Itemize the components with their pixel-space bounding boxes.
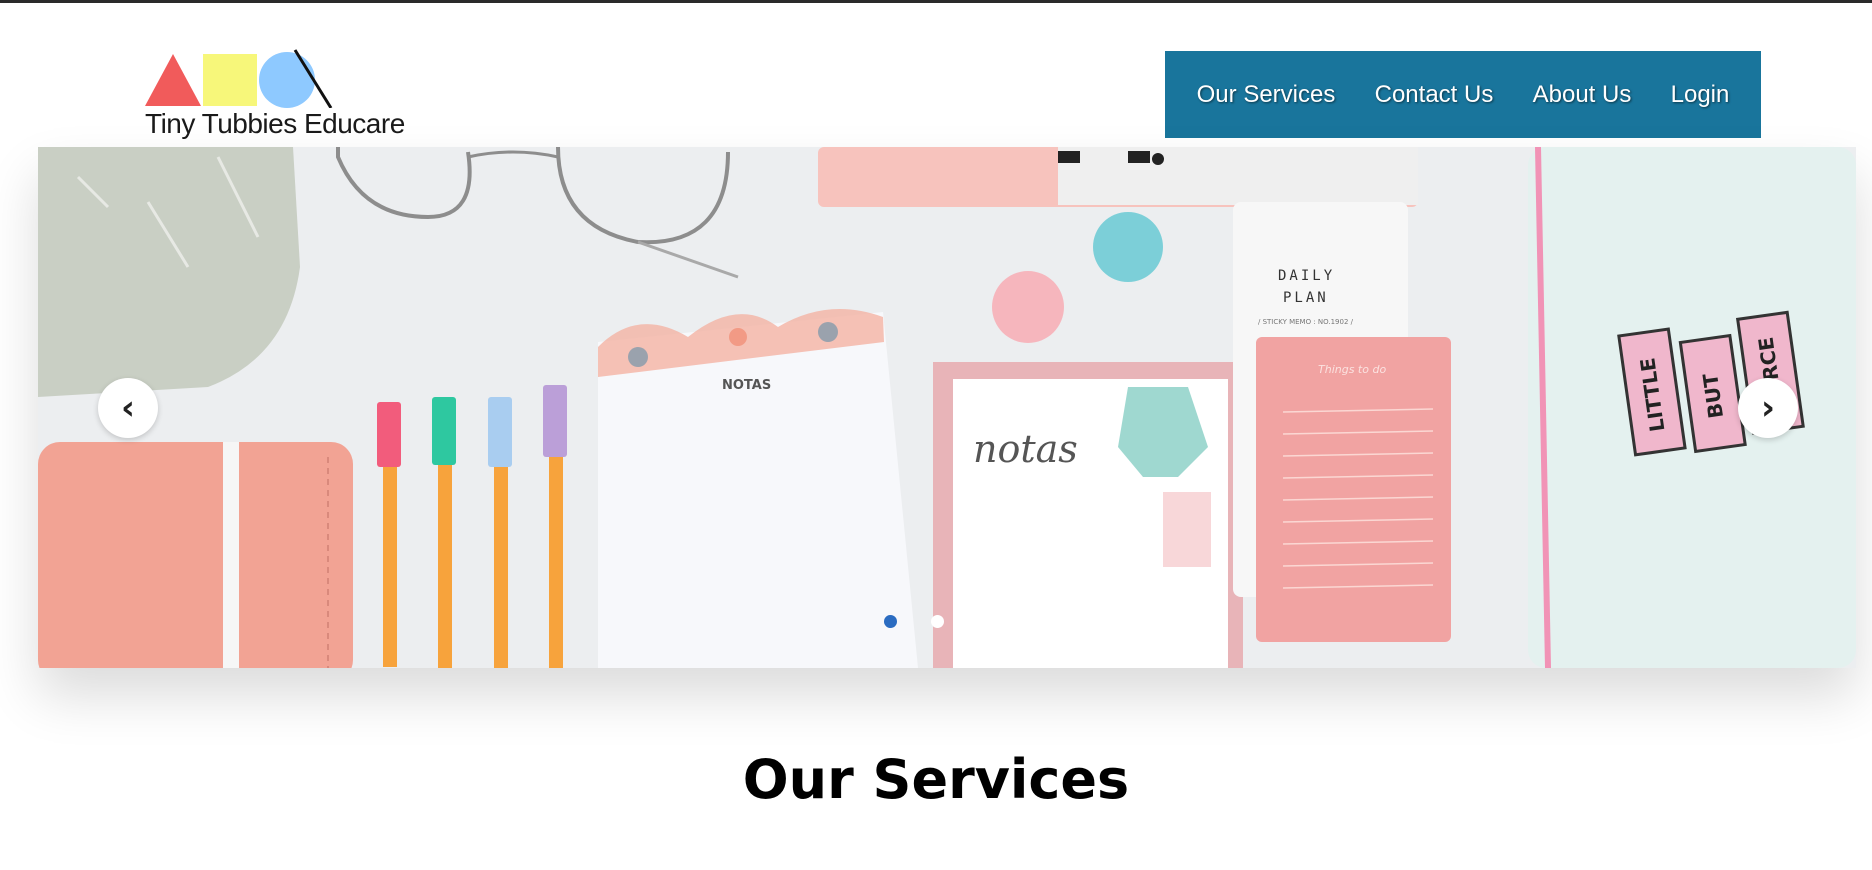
nav-our-services[interactable]: Our Services [1197,81,1336,109]
chevron-right-icon: › [1760,388,1775,428]
svg-text:Things to do: Things to do [1318,363,1386,376]
hero-slide-image: NOTAS notas DAILY PLAN / STICKY MEMO : N… [38,147,1856,668]
site-logo[interactable]: Tiny Tubbies Educare [145,48,407,143]
svg-text:notas: notas [973,427,1078,471]
carousel-dot-3[interactable] [978,615,991,628]
top-border [0,0,1872,3]
nav-login[interactable]: Login [1671,81,1730,109]
brand-name: Tiny Tubbies Educare [145,108,405,139]
svg-text:PLAN: PLAN [1283,290,1329,306]
svg-text:DAILY: DAILY [1278,268,1335,284]
services-heading: Our Services [742,748,1130,811]
main-nav: Our Services Contact Us About Us Login [1165,51,1761,138]
carousel-indicators [884,615,991,628]
logo-shapes-icon [145,49,333,108]
logo-triangle [145,54,201,106]
svg-text:NOTAS: NOTAS [722,378,771,393]
hero-carousel: NOTAS notas DAILY PLAN / STICKY MEMO : N… [38,147,1856,668]
carousel-dot-1[interactable] [884,615,897,628]
carousel-next-button[interactable]: › [1738,378,1798,438]
nav-about-us[interactable]: About Us [1533,81,1632,109]
chevron-left-icon: ‹ [120,388,135,428]
carousel-prev-button[interactable]: ‹ [98,378,158,438]
logo-square [203,54,257,106]
carousel-dot-2[interactable] [931,615,944,628]
svg-text:/ STICKY MEMO : NO.1902 /: / STICKY MEMO : NO.1902 / [1258,318,1354,326]
nav-contact-us[interactable]: Contact Us [1375,81,1494,109]
logo-circle [259,52,315,108]
